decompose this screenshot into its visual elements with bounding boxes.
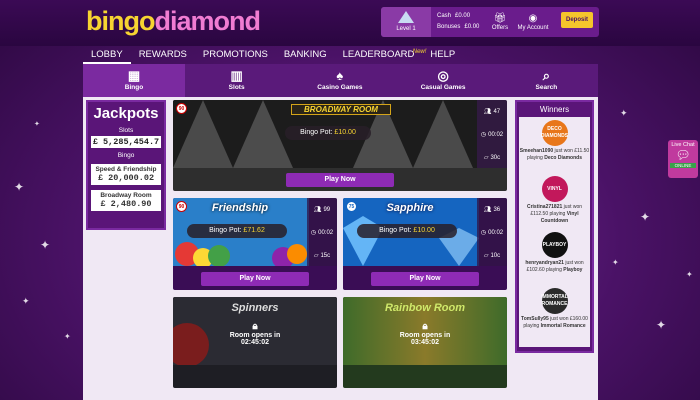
room-tile-rainbow[interactable]: Rainbow Room 🔒︎ Room opens in 03:45:02: [343, 297, 507, 388]
ball-75-badge: 75: [346, 201, 357, 212]
bingo-icon: ▦: [127, 68, 141, 83]
room-title: Friendship: [211, 202, 269, 214]
tab-casino-games[interactable]: ♠ Casino Games: [288, 64, 391, 97]
search-icon: ⌕: [542, 68, 551, 83]
level-label: Level 1: [396, 26, 416, 32]
bingo-pot: Bingo Pot: £10.00: [285, 126, 371, 140]
jackpots-title: Jackpots: [93, 105, 159, 122]
room-tile-sapphire[interactable]: 75 Sapphire Bingo Pot: £10.00 👥︎ 36 ◷ 00:0…: [343, 198, 507, 290]
nav-leaderboard[interactable]: LEADERBOARD New!: [335, 46, 427, 64]
room-stats: 👥︎ 99 ◷ 00:02 ▱ 15c: [307, 198, 337, 266]
clock-icon: ◷: [480, 132, 487, 138]
winners-list: DECO DIAMONDS Smeehan1090 just won £11.5…: [519, 117, 590, 347]
room-title: Rainbow Room: [384, 302, 466, 314]
bingo-pot: Bingo Pot: £71.62: [187, 224, 287, 238]
nav-promotions[interactable]: PROMOTIONS: [195, 46, 276, 64]
room-tile-spinners[interactable]: Spinners 🔒︎ Room opens in 02:45:02: [173, 297, 337, 388]
room-locked: 🔒︎ Room opens in 02:45:02: [213, 321, 297, 346]
lock-icon: 🔒︎: [422, 321, 428, 332]
gift-icon: 🎁︎: [493, 13, 507, 24]
game-logo: DECO DIAMONDS: [541, 120, 568, 146]
nav-help[interactable]: HELP: [422, 46, 463, 64]
tab-slots[interactable]: ▥ Slots: [185, 64, 288, 97]
level-icon: [398, 11, 414, 23]
chat-status: ONLINE: [670, 163, 696, 168]
ticket-icon: ▱: [483, 253, 489, 259]
play-now-button[interactable]: Play Now: [286, 173, 394, 187]
game-logo: PLAYBOY: [541, 232, 568, 258]
winner-item[interactable]: DECO DIAMONDS Smeehan1090 just won £11.5…: [519, 120, 590, 176]
live-chat-button[interactable]: Live Chat 💬︎ ONLINE: [668, 140, 698, 178]
winners-panel: Winners DECO DIAMONDS Smeehan1090 just w…: [515, 100, 594, 353]
nav-rewards[interactable]: REWARDS: [131, 46, 195, 64]
nav-banking[interactable]: BANKING: [276, 46, 335, 64]
room-tile-broadway[interactable]: 90 BROADWAY ROOM Bingo Pot: £10.00 👥︎ 47 …: [173, 100, 507, 191]
room-stats: 👥︎ 36 ◷ 00:02 ▱ 10c: [477, 198, 507, 266]
winners-title: Winners: [539, 105, 570, 114]
ticket-icon: ▱: [483, 155, 489, 161]
game-logo: IMMORTAL ROMANCE: [541, 288, 568, 314]
main-nav: LOBBY REWARDS PROMOTIONS BANKING LEADERB…: [83, 46, 463, 64]
slots-icon: ▥: [230, 68, 243, 83]
ball-90-badge: 90: [176, 103, 187, 114]
room-locked: 🔒︎ Room opens in 03:45:02: [383, 321, 467, 346]
ball-90-badge: 90: [176, 201, 187, 212]
winner-item[interactable]: IMMORTAL ROMANCE TomSully95 just won £16…: [519, 288, 590, 344]
speed-friendship-jackpot[interactable]: Speed & Friendship £ 20,000.02: [91, 164, 161, 185]
slots-jackpot-value: £ 5,285,454.7: [91, 136, 161, 148]
logo[interactable]: bingodiamond: [86, 6, 261, 37]
players-icon: 👥︎: [483, 207, 492, 213]
play-now-button[interactable]: Play Now: [371, 272, 479, 286]
tab-search[interactable]: ⌕ Search: [495, 64, 598, 97]
cards-icon: ♠: [336, 68, 344, 83]
opens-countdown: 02:45:02: [240, 339, 270, 346]
lock-icon: 🔒︎: [252, 321, 258, 332]
bonuses-value: £0.00: [464, 24, 480, 30]
level-indicator[interactable]: Level 1: [381, 7, 431, 37]
tab-bingo[interactable]: ▦ Bingo: [83, 64, 185, 97]
user-icon: ◉: [528, 13, 538, 24]
opens-countdown: 03:45:02: [410, 339, 440, 346]
clock-icon: ◷: [310, 230, 317, 236]
players-icon: 👥︎: [483, 109, 492, 115]
cash-value: £0.00: [455, 13, 471, 19]
players-icon: 👥︎: [313, 207, 322, 213]
winner-item[interactable]: VINYL Cristina271821 just won £112.50 pl…: [519, 176, 590, 232]
header: bingodiamond Level 1 Cash £0.00 Bonuses £0…: [0, 0, 700, 46]
ticket-icon: ▱: [313, 253, 319, 259]
category-bar: ▦ Bingo ▥ Slots ♠ Casino Games ◎ Casual Game…: [83, 64, 598, 97]
nav-lobby[interactable]: LOBBY: [83, 46, 131, 64]
winner-item[interactable]: PLAYBOY henryandryan21 just won £102.60 …: [519, 232, 590, 288]
game-logo: VINYL: [541, 176, 568, 202]
room-stats: 👥︎ 47 ◷ 00:02 ▱ 30c: [477, 100, 507, 168]
balance-info: Cash £0.00 Bonuses £0.00: [437, 13, 480, 30]
play-now-button[interactable]: Play Now: [201, 272, 309, 286]
tab-casual-games[interactable]: ◎ Casual Games: [392, 64, 495, 97]
clock-icon: ◷: [480, 230, 487, 236]
room-tile-friendship[interactable]: 90 Friendship Bingo Pot: £71.62 👥︎ 99 ◷ 00…: [173, 198, 337, 290]
jackpots-panel: Jackpots Slots £ 5,285,454.7 Bingo Speed…: [86, 100, 166, 230]
chat-bubble-icon: 💬︎: [675, 148, 691, 162]
deposit-button[interactable]: Deposit: [561, 12, 593, 28]
gamepad-icon: ◎: [437, 68, 449, 83]
broadway-jackpot[interactable]: Broadway Room £ 2,480.90: [91, 190, 161, 211]
room-title: Spinners: [231, 302, 279, 314]
my-account-button[interactable]: ◉ My Account: [513, 13, 553, 31]
bingo-pot: Bingo Pot: £10.00: [357, 224, 457, 238]
room-title: BROADWAY ROOM: [291, 104, 391, 115]
room-title: Sapphire: [386, 202, 434, 214]
offers-button[interactable]: 🎁︎ Offers: [487, 13, 513, 31]
